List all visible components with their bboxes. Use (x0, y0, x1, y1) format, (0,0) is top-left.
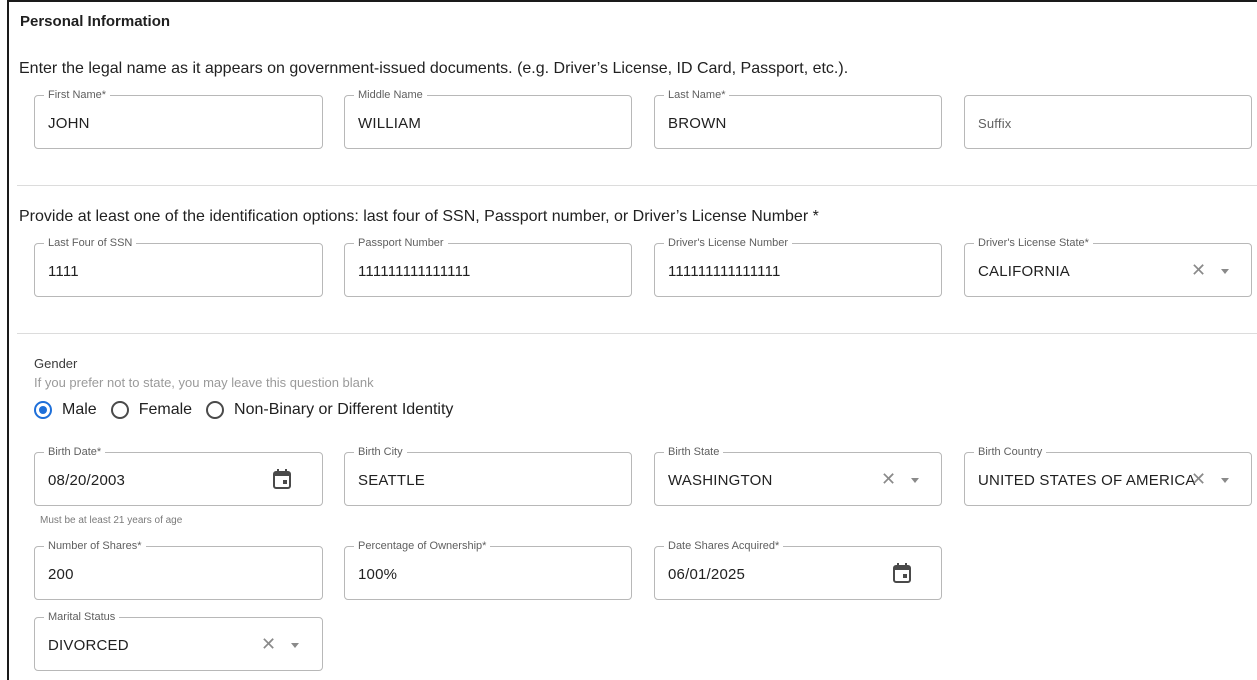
date-shares-acquired-field[interactable]: Date Shares Acquired* 06/01/2025 (654, 540, 942, 600)
ownership-percentage-value: 100% (358, 566, 398, 583)
calendar-icon[interactable] (893, 563, 911, 583)
first-name-field[interactable]: First Name* JOHN (34, 89, 323, 149)
date-shares-acquired-value: 06/01/2025 (668, 566, 746, 583)
marital-status-select[interactable]: Marital Status DIVORCED ✕ (34, 611, 323, 671)
last-name-field[interactable]: Last Name* BROWN (654, 89, 942, 149)
marital-status-label: Marital Status (44, 611, 120, 624)
close-icon[interactable]: ✕ (261, 634, 276, 654)
ssn-field[interactable]: Last Four of SSN 1111 (34, 237, 323, 297)
ownership-percentage-label: Percentage of Ownership* (354, 540, 491, 553)
id-instruction: Provide at least one of the identificati… (19, 208, 819, 225)
radio-male-label[interactable]: Male (62, 401, 97, 419)
birth-country-value: UNITED STATES OF AMERICA (978, 472, 1196, 489)
birth-city-label: Birth City (354, 446, 407, 459)
ownership-percentage-field[interactable]: Percentage of Ownership* 100% (344, 540, 632, 600)
birth-country-label: Birth Country (974, 446, 1047, 459)
license-number-label: Driver's License Number (664, 237, 793, 250)
middle-name-field[interactable]: Middle Name WILLIAM (344, 89, 632, 149)
radio-non-binary[interactable] (206, 401, 225, 419)
close-icon[interactable]: ✕ (1191, 469, 1206, 489)
radio-female[interactable] (110, 401, 129, 419)
middle-name-label: Middle Name (354, 89, 427, 102)
last-name-label: Last Name* (664, 89, 730, 102)
name-instruction: Enter the legal name as it appears on go… (19, 60, 849, 77)
gender-title: Gender (34, 356, 78, 371)
divider (17, 333, 1257, 334)
number-of-shares-value: 200 (48, 566, 74, 583)
birth-state-select[interactable]: Birth State WASHINGTON ✕ (654, 446, 942, 506)
calendar-icon[interactable] (273, 469, 291, 489)
birth-date-label: Birth Date* (44, 446, 106, 459)
passport-value: 111111111111111 (358, 263, 471, 280)
number-of-shares-field[interactable]: Number of Shares* 200 (34, 540, 323, 600)
license-state-label: Driver's License State* (974, 237, 1093, 250)
last-name-value: BROWN (668, 115, 727, 132)
date-shares-acquired-label: Date Shares Acquired* (664, 540, 784, 553)
close-icon[interactable]: ✕ (1191, 260, 1206, 280)
caret-down-icon[interactable] (1221, 478, 1229, 483)
license-state-value: CALIFORNIA (978, 263, 1071, 280)
birth-country-select[interactable]: Birth Country UNITED STATES OF AMERICA ✕ (964, 446, 1252, 506)
close-icon[interactable]: ✕ (881, 469, 896, 489)
birth-state-value: WASHINGTON (668, 472, 773, 489)
marital-status-value: DIVORCED (48, 637, 129, 654)
gender-hint: If you prefer not to state, you may leav… (34, 375, 374, 390)
caret-down-icon[interactable] (1221, 269, 1229, 274)
passport-label: Passport Number (354, 237, 448, 250)
ssn-value: 1111 (48, 263, 79, 280)
gender-radio-group: Male Female Non-Binary or Different Iden… (34, 401, 467, 419)
first-name-value: JOHN (48, 115, 90, 132)
passport-field[interactable]: Passport Number 111111111111111 (344, 237, 632, 297)
birth-state-label: Birth State (664, 446, 724, 459)
license-number-value: 111111111111111 (668, 263, 781, 280)
section-title: Personal Information (20, 13, 171, 30)
caret-down-icon[interactable] (291, 643, 299, 648)
birth-date-helper: Must be at least 21 years of age (40, 515, 183, 526)
license-state-select[interactable]: Driver's License State* CALIFORNIA ✕ (964, 237, 1252, 297)
caret-down-icon[interactable] (911, 478, 919, 483)
suffix-placeholder: Suffix (978, 116, 1012, 131)
divider (17, 185, 1257, 186)
first-name-label: First Name* (44, 89, 111, 102)
middle-name-value: WILLIAM (358, 115, 422, 132)
number-of-shares-label: Number of Shares* (44, 540, 146, 553)
license-number-field[interactable]: Driver's License Number 111111111111111 (654, 237, 942, 297)
birth-date-value: 08/20/2003 (48, 472, 126, 489)
radio-male[interactable] (34, 401, 52, 419)
ssn-label: Last Four of SSN (44, 237, 137, 250)
birth-city-field[interactable]: Birth City SEATTLE (344, 446, 632, 506)
suffix-field[interactable]: Suffix (964, 95, 1252, 149)
birth-date-field[interactable]: Birth Date* 08/20/2003 (34, 446, 323, 506)
radio-female-label[interactable]: Female (139, 401, 192, 419)
radio-non-binary-label[interactable]: Non-Binary or Different Identity (234, 401, 453, 419)
birth-city-value: SEATTLE (358, 472, 425, 489)
